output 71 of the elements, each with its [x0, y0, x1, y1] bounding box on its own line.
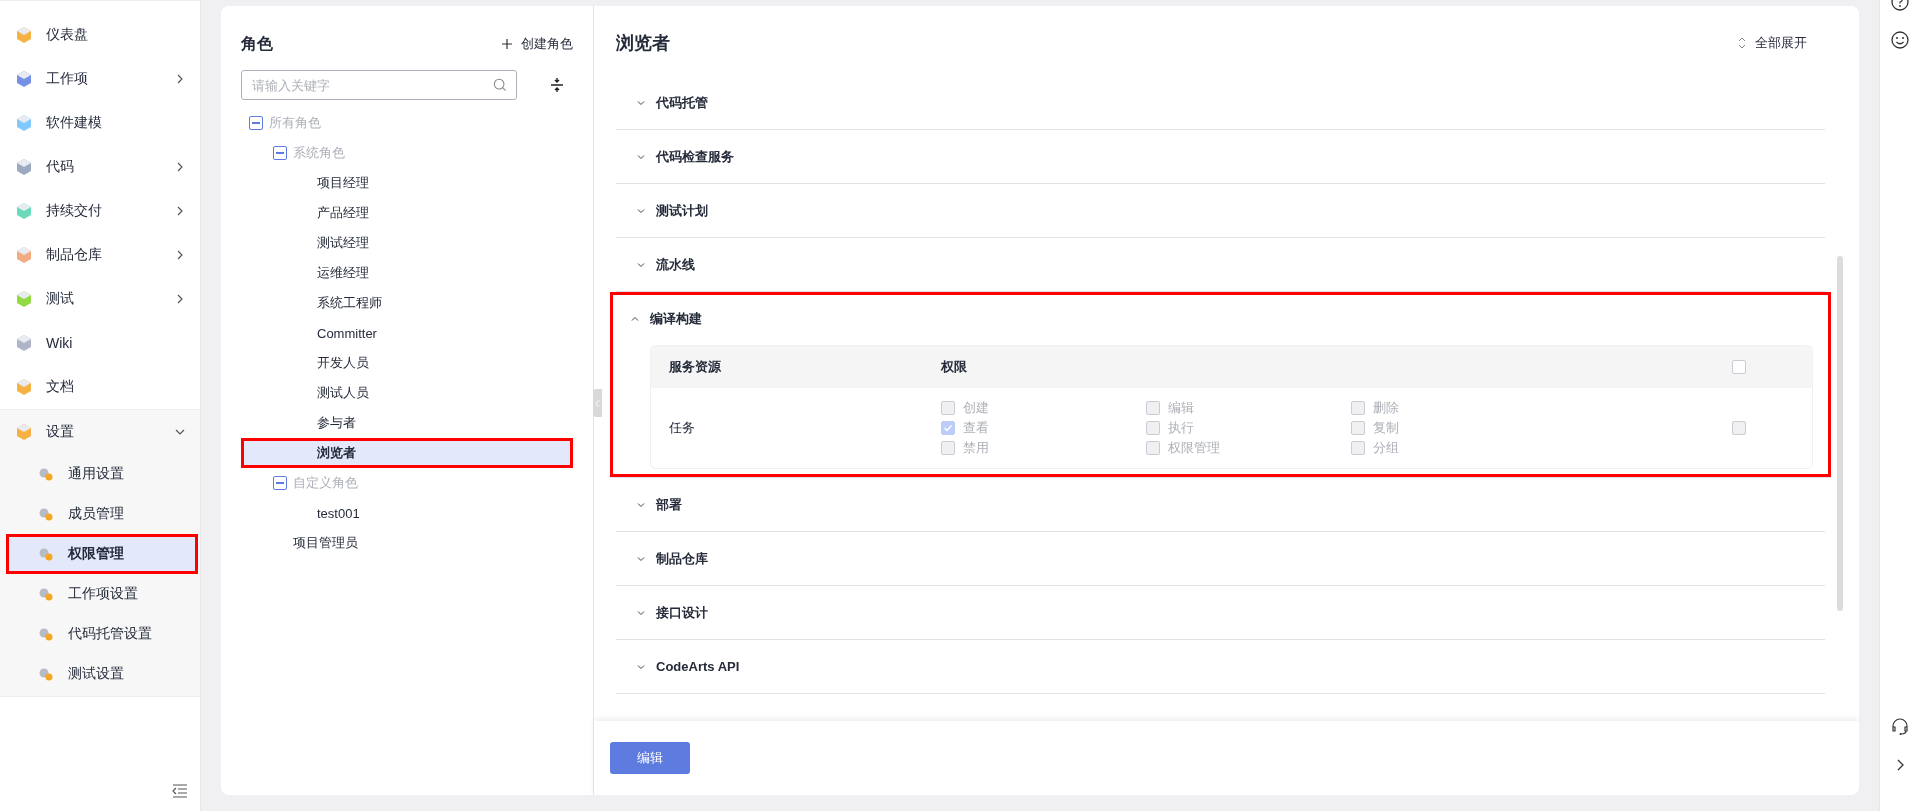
check-icon: [942, 422, 954, 434]
edit-button[interactable]: 编辑: [610, 742, 690, 774]
nav-item[interactable]: 测试: [0, 277, 200, 321]
table-cell-text: 任务: [668, 419, 696, 437]
panel-title: 角色: [241, 33, 273, 54]
nav-item[interactable]: 成员管理: [6, 494, 198, 534]
cube-icon: [14, 25, 34, 45]
section-header[interactable]: 代码检查服务: [616, 130, 1825, 183]
cube-icon: [14, 245, 34, 265]
section-header[interactable]: 编译构建: [616, 292, 1825, 345]
tree-item[interactable]: 运维经理: [241, 258, 573, 288]
collapse-icon[interactable]: [273, 476, 287, 490]
collapse-handle[interactable]: [593, 389, 602, 417]
nav-item[interactable]: 代码托管设置: [6, 614, 198, 654]
nav-item[interactable]: Wiki: [0, 321, 200, 365]
tree-item[interactable]: 参与者: [241, 408, 573, 438]
nav-item[interactable]: 制品仓库: [0, 233, 200, 277]
collapse-icon[interactable]: [249, 116, 263, 130]
section-header[interactable]: 测试计划: [616, 184, 1825, 237]
tree-item[interactable]: 项目经理: [241, 168, 573, 198]
section-header[interactable]: 部署: [616, 478, 1825, 531]
role-title: 浏览者: [616, 32, 670, 55]
cube-icon: [14, 69, 34, 89]
tree-item[interactable]: Committer: [241, 318, 573, 348]
tree-item[interactable]: 测试经理: [241, 228, 573, 258]
search-field[interactable]: 请输入关键字: [241, 70, 517, 100]
nav-item[interactable]: 代码: [0, 145, 200, 189]
section-header[interactable]: 接口设计: [616, 586, 1825, 639]
section-header[interactable]: CodeArts API: [616, 640, 1825, 693]
smiley-icon[interactable]: [1889, 30, 1910, 50]
tree-item[interactable]: 浏览者: [241, 438, 573, 468]
tree-item[interactable]: 产品经理: [241, 198, 573, 228]
cube-icon: [14, 201, 34, 221]
nav-item[interactable]: 软件建模: [0, 101, 200, 145]
nav-item[interactable]: 权限管理: [6, 534, 198, 574]
collapse-menu-icon[interactable]: [172, 784, 188, 798]
search-icon: [493, 78, 507, 92]
nav-item[interactable]: 文档: [0, 365, 200, 409]
section-header[interactable]: 制品仓库: [616, 532, 1825, 585]
expand-icon: [1737, 37, 1747, 49]
section-header[interactable]: 流水线: [616, 238, 1825, 291]
nav-item[interactable]: 工作项设置: [6, 574, 198, 614]
collapse-all-icon[interactable]: [549, 77, 565, 93]
headset-icon[interactable]: [1889, 717, 1910, 737]
column-header: 服务资源: [668, 358, 722, 376]
column-header: 权限: [941, 358, 968, 376]
cube-icon: [14, 289, 34, 309]
nav-item[interactable]: 持续交付: [0, 189, 200, 233]
plus-icon: [501, 38, 513, 50]
row-checkbox[interactable]: [1732, 421, 1746, 435]
scrollbar[interactable]: [1837, 256, 1843, 611]
section-header[interactable]: 代码托管: [616, 76, 1825, 129]
cube-icon: [14, 377, 34, 397]
cube-icon: [14, 333, 34, 353]
nav-item[interactable]: 仪表盘: [0, 13, 200, 57]
expand-all-button[interactable]: 全部展开: [1731, 33, 1813, 53]
select-all-checkbox[interactable]: [1732, 360, 1746, 374]
tree-item[interactable]: 测试人员: [241, 378, 573, 408]
tree-item[interactable]: 项目管理员: [241, 528, 573, 558]
nav-item[interactable]: 测试设置: [6, 654, 198, 694]
tree-item[interactable]: 系统工程师: [241, 288, 573, 318]
nav-item[interactable]: 通用设置: [6, 454, 198, 494]
create-role-button[interactable]: 创建角色: [501, 31, 573, 57]
cube-icon: [14, 422, 34, 442]
cube-icon: [14, 157, 34, 177]
nav-item[interactable]: 工作项: [0, 57, 200, 101]
tree-item[interactable]: test001: [241, 498, 573, 528]
cube-icon: [14, 113, 34, 133]
collapse-icon[interactable]: [273, 146, 287, 160]
tree-item[interactable]: 开发人员: [241, 348, 573, 378]
nav-item[interactable]: 设置: [0, 409, 200, 454]
